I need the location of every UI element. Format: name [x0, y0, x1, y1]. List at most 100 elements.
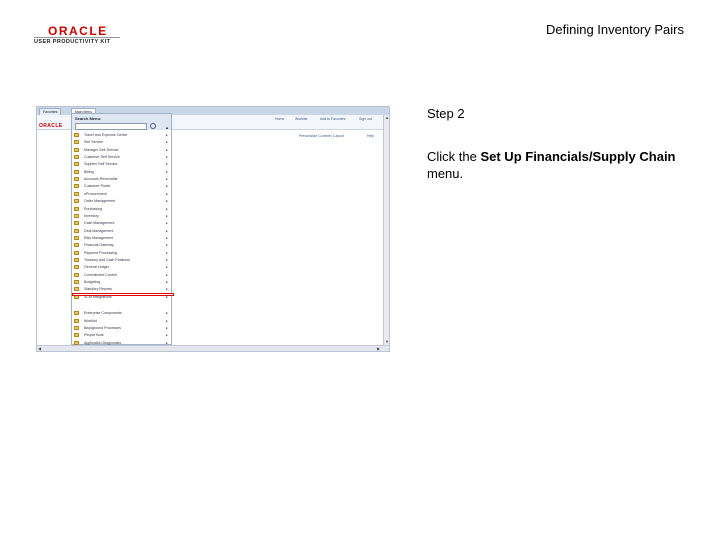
scroll-left-icon[interactable]: ◀	[38, 346, 41, 351]
folder-icon	[74, 243, 79, 248]
menu-item-label: Risk Management	[84, 235, 113, 240]
folder-icon	[74, 228, 79, 233]
link-worklist[interactable]: Worklist	[295, 117, 307, 121]
submenu-arrow-icon: ▸	[166, 333, 168, 338]
menu-item[interactable]: Enterprise Components ▸	[74, 310, 169, 316]
menu-item[interactable]: Supplier Self Service ▸	[74, 161, 169, 167]
submenu-arrow-icon: ▸	[166, 221, 168, 226]
menu-item[interactable]: Purchasing ▸	[74, 206, 169, 212]
menu-item-label: Payment Processing	[84, 250, 117, 255]
logo-divider	[34, 37, 120, 38]
app-oracle-logo: ORACLE	[39, 123, 63, 129]
link-sign-out[interactable]: Sign out	[359, 117, 372, 121]
application-screenshot: Favorites Main Menu ORACLE Home Worklist…	[36, 106, 390, 352]
menu-search-header: Search Menu: ▲	[72, 114, 171, 130]
menu-item[interactable]: eProcurement ▸	[74, 191, 169, 197]
menu-item[interactable]: Worklist ▸	[74, 318, 169, 324]
menu-item[interactable]: Background Processes ▸	[74, 325, 169, 331]
submenu-arrow-icon: ▸	[166, 228, 168, 233]
folder-icon	[74, 133, 79, 137]
link-personalize[interactable]: Personalize Content | Layout	[299, 134, 344, 138]
submenu-arrow-icon: ▸	[166, 184, 168, 189]
menu-item[interactable]: Treasury and Cash Positions ▸	[74, 257, 169, 263]
submenu-arrow-icon: ▸	[166, 133, 168, 137]
instruction-target: Set Up Financials/Supply Chain	[480, 149, 676, 164]
menu-item[interactable]: Customer Self Service ▸	[74, 154, 169, 160]
link-home[interactable]: Home	[275, 117, 284, 121]
menu-item[interactable]: Deal Management ▸	[74, 228, 169, 234]
folder-icon	[74, 213, 79, 218]
menu-item-label: Financial Gateway	[84, 243, 114, 248]
menu-item-label: Customer Portal	[84, 184, 110, 189]
menu-item[interactable]: General Ledger ▸	[74, 264, 169, 270]
submenu-arrow-icon: ▸	[166, 140, 168, 145]
folder-icon	[74, 169, 79, 174]
scroll-right-icon[interactable]: ▶	[377, 346, 380, 351]
link-help[interactable]: Help	[367, 134, 374, 138]
menu-item[interactable]: Financial Gateway ▸	[74, 242, 169, 248]
menu-item-label: Order Management	[84, 199, 116, 204]
menu-item[interactable]: Statutory Reports ▸	[74, 286, 169, 292]
menu-item-label: Statutory Reports	[84, 287, 112, 292]
scroll-up-icon[interactable]: ▲	[385, 115, 389, 120]
scroll-down-icon[interactable]: ▼	[385, 339, 389, 344]
submenu-arrow-icon: ▸	[166, 155, 168, 160]
menu-item-label: Worklist	[84, 318, 97, 323]
folder-icon	[74, 191, 79, 196]
submenu-arrow-icon: ▸	[166, 272, 168, 277]
submenu-arrow-icon: ▸	[166, 147, 168, 152]
menu-item-label: Treasury and Cash Positions	[84, 257, 131, 262]
vertical-scrollbar[interactable]: ▲ ▼	[383, 115, 389, 345]
menu-item-label: Commitment Control	[84, 272, 117, 277]
submenu-arrow-icon: ▸	[166, 265, 168, 270]
menu-item[interactable]: Inventory ▸	[74, 213, 169, 219]
menu-item-label: Manager Self-Service	[84, 147, 119, 152]
menu-item[interactable]: Accounts Receivable ▸	[74, 176, 169, 182]
folder-icon	[74, 311, 79, 316]
submenu-arrow-icon: ▸	[166, 318, 168, 323]
menu-search-input[interactable]	[75, 123, 147, 130]
menu-item-label: Deal Management	[84, 228, 114, 233]
folder-icon	[74, 235, 79, 240]
menu-scroll-up-icon[interactable]: ▲	[165, 125, 169, 130]
link-add-to-favorites[interactable]: Add to Favorites	[320, 117, 345, 121]
menu-item[interactable]: Order Management ▸	[74, 198, 169, 204]
folder-icon	[74, 280, 79, 284]
folder-icon	[74, 257, 79, 262]
logo-brand: ORACLE	[48, 24, 108, 38]
menu-item[interactable]: PeopleTools ▸	[74, 332, 169, 338]
horizontal-scrollbar[interactable]: ◀ ▶	[37, 345, 389, 351]
menu-item[interactable]: Travel and Expense Center ▸	[74, 132, 169, 138]
menu-item[interactable]: Commitment Control ▸	[74, 272, 169, 278]
submenu-arrow-icon: ▸	[166, 326, 168, 331]
menu-item[interactable]: Self Service ▸	[74, 139, 169, 145]
menu-item[interactable]: Risk Management ▸	[74, 235, 169, 241]
menu-item[interactable]: Payment Processing ▸	[74, 250, 169, 256]
step-label: Step 2	[427, 106, 465, 121]
submenu-arrow-icon: ▸	[166, 213, 168, 218]
folder-icon	[74, 199, 79, 204]
submenu-arrow-icon: ▸	[166, 287, 168, 292]
menu-item[interactable]: Cash Management ▸	[74, 220, 169, 226]
folder-icon	[74, 250, 79, 255]
instruction-prefix: Click the	[427, 149, 481, 164]
oracle-upk-logo: ORACLE USER PRODUCTIVITY KIT	[34, 24, 124, 48]
menu-item-label: Accounts Receivable	[84, 177, 118, 182]
menu-item[interactable]: Customer Portal ▸	[74, 183, 169, 189]
document-title: Defining Inventory Pairs	[545, 22, 684, 37]
submenu-arrow-icon: ▸	[166, 177, 168, 182]
submenu-arrow-icon: ▸	[166, 191, 168, 196]
submenu-arrow-icon: ▸	[166, 243, 168, 248]
menu-item[interactable]: Manager Self-Service ▸	[74, 147, 169, 153]
menu-item[interactable]: Billing ▸	[74, 169, 169, 175]
folder-icon	[74, 333, 79, 338]
menu-item[interactable]: Budgeting ▸	[74, 279, 169, 285]
main-menu-dropdown: Search Menu: ▲ Travel and Expense Center…	[71, 113, 172, 351]
folder-icon	[74, 184, 79, 189]
menu-item-label: PeopleTools	[84, 333, 104, 338]
instruction-suffix: menu.	[427, 166, 464, 181]
search-go-icon[interactable]	[150, 123, 156, 129]
submenu-arrow-icon: ▸	[166, 199, 168, 204]
menu-item-label: Cash Management	[84, 221, 115, 226]
menu-item-label: Supplier Self Service	[84, 162, 118, 167]
